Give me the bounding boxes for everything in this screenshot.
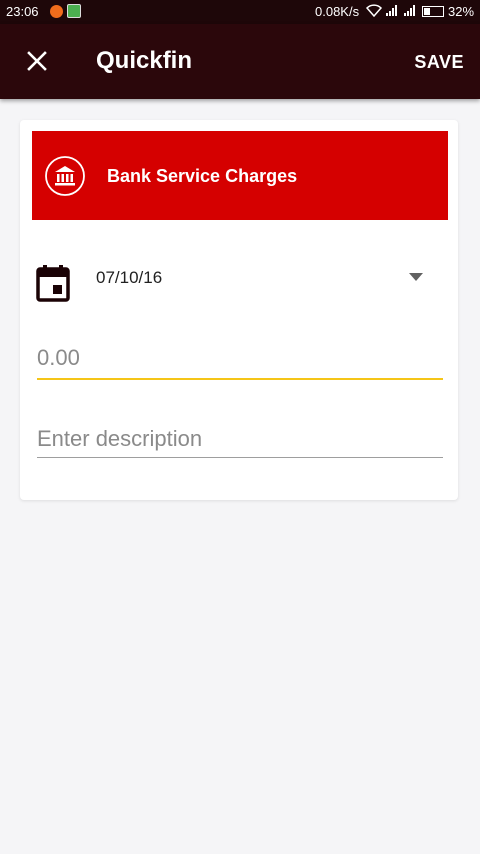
amount-field bbox=[37, 338, 443, 380]
description-input[interactable] bbox=[37, 421, 443, 457]
date-value: 07/10/16 bbox=[96, 268, 163, 287]
close-icon[interactable] bbox=[22, 46, 52, 76]
app-toolbar: Quickfin SAVE bbox=[0, 24, 480, 99]
page-title: Quickfin bbox=[96, 47, 193, 74]
wifi-icon bbox=[366, 4, 382, 17]
status-bar: 23:06 0.08K/s 32% bbox=[0, 0, 480, 24]
battery-percent: 32% bbox=[448, 4, 475, 19]
category-label: Bank Service Charges bbox=[107, 166, 298, 186]
calendar-icon bbox=[36, 265, 70, 302]
app-notification-icon bbox=[67, 4, 81, 18]
description-field bbox=[37, 421, 443, 458]
save-button[interactable]: SAVE bbox=[414, 52, 464, 73]
category-selector[interactable]: Bank Service Charges bbox=[32, 131, 448, 220]
status-time: 23:06 bbox=[6, 4, 39, 19]
chevron-down-icon bbox=[409, 273, 423, 281]
signal-icon bbox=[386, 5, 397, 16]
transaction-form-card: Bank Service Charges 07/10/16 bbox=[20, 120, 458, 500]
bank-icon bbox=[45, 156, 85, 196]
battery-icon bbox=[422, 6, 444, 17]
signal-icon-2 bbox=[404, 5, 415, 16]
date-picker[interactable]: 07/10/16 bbox=[20, 252, 458, 308]
notification-icon bbox=[50, 5, 63, 18]
network-speed: 0.08K/s bbox=[315, 4, 360, 19]
amount-input[interactable] bbox=[37, 338, 443, 378]
